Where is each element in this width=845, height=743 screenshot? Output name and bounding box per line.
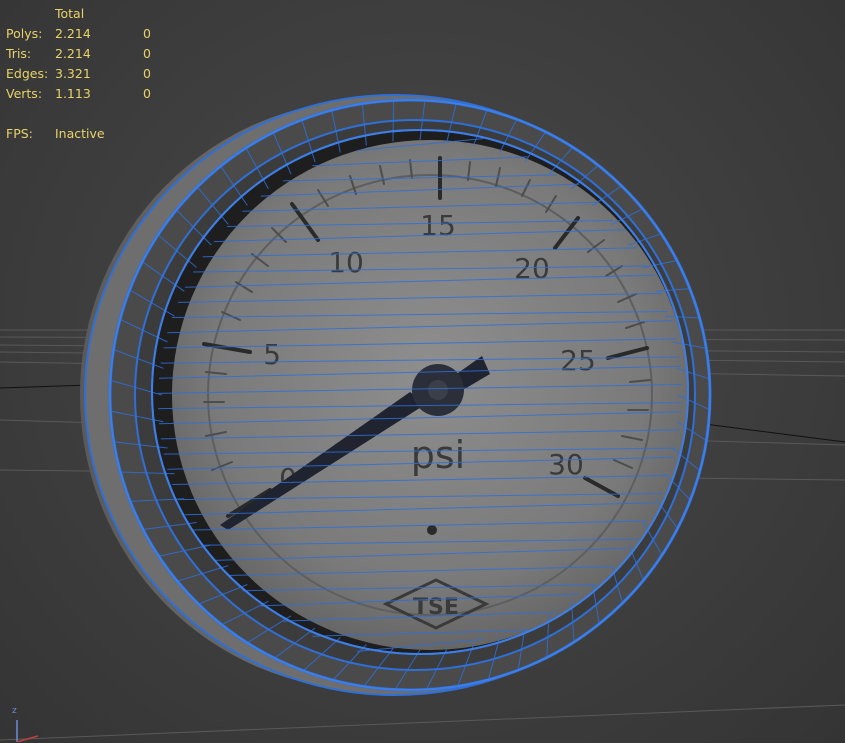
viewport[interactable]: 0 5 10 15 20 25 30 psi TSE Total [0, 0, 845, 743]
stats-header: Total [55, 6, 85, 21]
statistics-overlay: Total Polys: 2.214 0 Tris: 2.214 0 Edges… [6, 4, 163, 144]
gauge-label-25: 25 [560, 344, 596, 377]
stats-label: Polys: [6, 26, 43, 41]
stats-row-edges: Edges: 3.321 0 [6, 64, 163, 84]
fps-label: FPS: [6, 126, 33, 141]
stats-row-fps: FPS: Inactive [6, 124, 163, 144]
gauge-pin [427, 525, 437, 535]
stats-selected: 0 [143, 66, 151, 81]
stats-total: 3.321 [55, 66, 91, 81]
gauge-label-30: 30 [548, 448, 584, 481]
stats-selected: 0 [143, 86, 151, 101]
gauge-label-20: 20 [514, 252, 550, 285]
stats-label: Verts: [6, 86, 43, 101]
stats-total: 1.113 [55, 86, 91, 101]
fps-value: Inactive [55, 126, 105, 141]
wireframe-edge [392, 100, 395, 142]
stats-total: 2.214 [55, 26, 91, 41]
axis-gizmo-icon [16, 720, 38, 742]
gauge-label-5: 5 [263, 338, 281, 371]
stats-selected: 0 [143, 26, 151, 41]
stats-total: 2.214 [55, 46, 91, 61]
gauge-unit-label: psi [411, 433, 465, 477]
stats-row-polys: Polys: 2.214 0 [6, 24, 163, 44]
stats-selected: 0 [143, 46, 151, 61]
stats-label: Tris: [6, 46, 32, 61]
stats-label: Edges: [6, 66, 49, 81]
stats-row-tris: Tris: 2.214 0 [6, 44, 163, 64]
gauge-label-15: 15 [420, 209, 456, 242]
axis-gizmo-z: z [12, 706, 17, 716]
gauge-label-10: 10 [328, 246, 364, 279]
stats-row-verts: Verts: 1.113 0 [6, 84, 163, 104]
